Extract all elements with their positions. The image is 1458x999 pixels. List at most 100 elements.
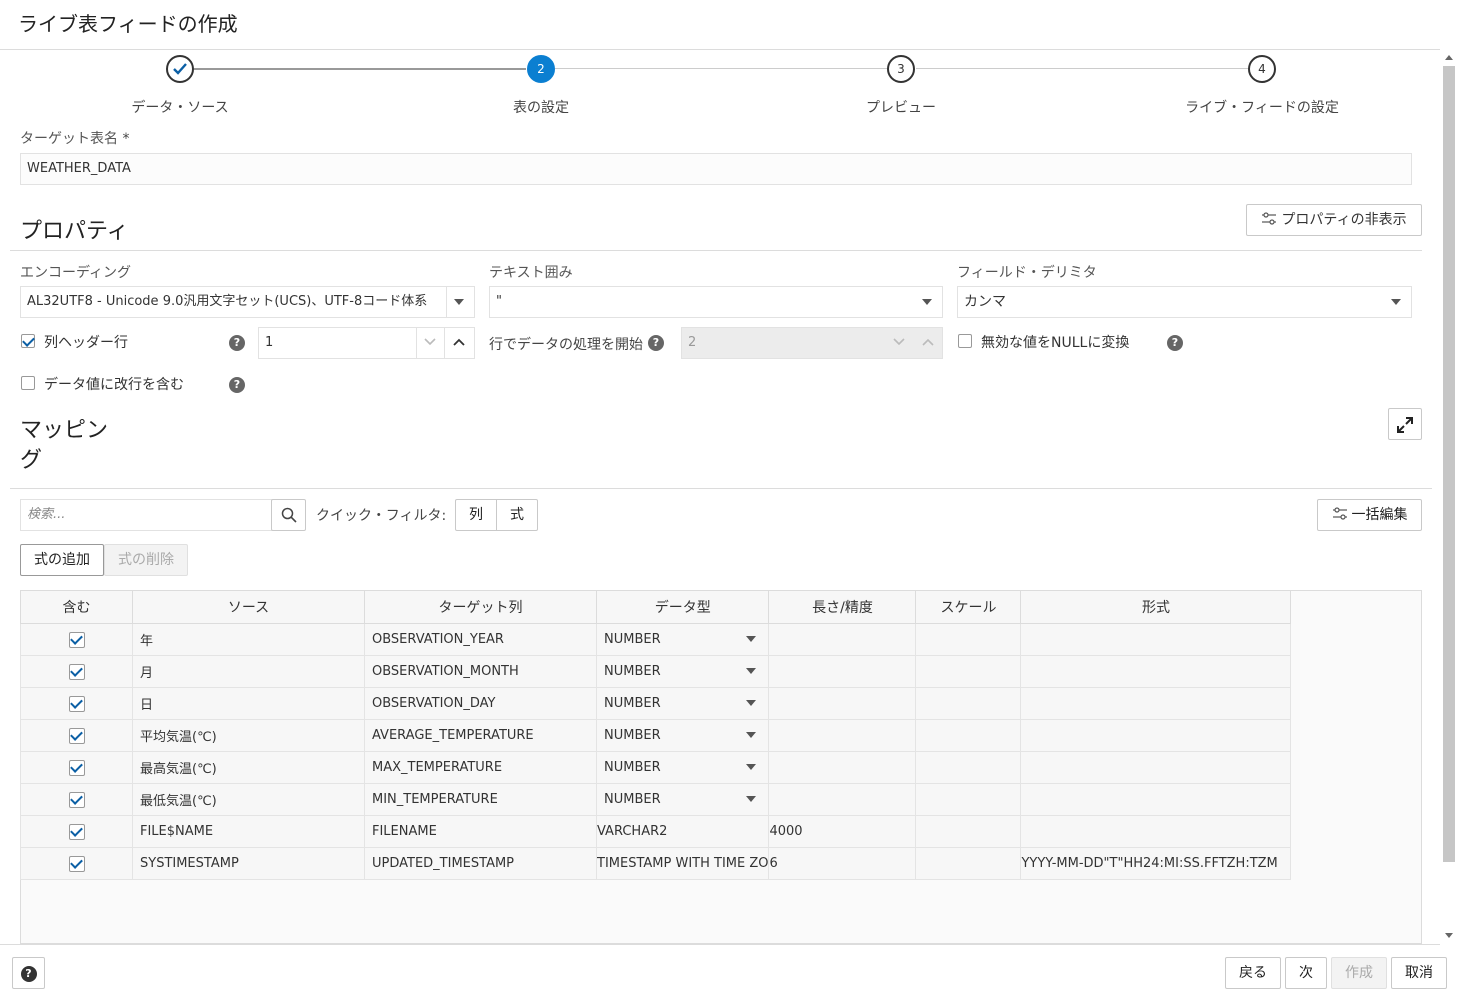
datatype-select[interactable]: NUMBER (595, 751, 770, 784)
scale-cell[interactable] (915, 751, 1022, 784)
table-row[interactable]: 月 OBSERVATION_MONTH NUMBER (20, 655, 1292, 688)
text-enclosure-select[interactable]: " (489, 286, 943, 318)
step-3-label[interactable]: プレビュー (781, 97, 1021, 117)
next-button[interactable]: 次 (1285, 957, 1327, 989)
invalid-to-null-checkbox[interactable] (958, 334, 972, 348)
cancel-button[interactable]: 取消 (1391, 957, 1447, 989)
delete-expression-button[interactable]: 式の削除 (104, 544, 188, 576)
step-2-circle[interactable]: 2 (527, 55, 555, 83)
target-cell[interactable]: OBSERVATION_DAY (364, 687, 597, 720)
column-header-include[interactable]: 含む (20, 590, 133, 624)
length-cell[interactable] (768, 687, 917, 720)
field-delimiter-select[interactable]: カンマ (957, 286, 1412, 318)
length-cell[interactable] (768, 751, 917, 784)
include-checkbox[interactable] (68, 727, 85, 744)
filter-expression-button[interactable]: 式 (496, 499, 538, 531)
column-header-row-checkbox[interactable] (21, 334, 35, 348)
datatype-select[interactable]: NUMBER (595, 719, 770, 752)
step-1-label[interactable]: データ・ソース (60, 97, 300, 117)
search-input[interactable]: 検索... (20, 499, 273, 531)
include-checkbox[interactable] (68, 855, 85, 872)
include-checkbox[interactable] (68, 823, 85, 840)
format-cell: YYYY-MM-DD"T"HH24:MI:SS.FFTZH:TZM (1020, 847, 1292, 880)
table-row[interactable]: 最高気温(℃) MAX_TEMPERATURE NUMBER (20, 751, 1292, 784)
table-row[interactable]: 年 OBSERVATION_YEAR NUMBER (20, 623, 1292, 656)
datatype-select[interactable]: NUMBER (595, 623, 770, 656)
scale-cell[interactable] (915, 623, 1022, 656)
invalid-to-null-help-icon[interactable]: ? (1167, 335, 1183, 351)
back-button[interactable]: 戻る (1225, 957, 1281, 989)
scale-cell[interactable] (915, 687, 1022, 720)
column-header-scale[interactable]: スケール (915, 590, 1022, 624)
format-cell[interactable] (1020, 751, 1292, 784)
step-2-label[interactable]: 表の設定 (421, 97, 661, 117)
include-checkbox[interactable] (68, 759, 85, 776)
newline-in-values-label[interactable]: データ値に改行を含む (44, 374, 184, 394)
newline-help-icon[interactable]: ? (229, 377, 245, 393)
scale-cell[interactable] (915, 783, 1022, 816)
datatype-select[interactable]: NUMBER (595, 783, 770, 816)
column-header-datatype[interactable]: データ型 (595, 590, 770, 624)
datatype-select[interactable]: NUMBER (595, 687, 770, 720)
table-row[interactable]: FILE$NAME FILENAME VARCHAR2 4000 (20, 815, 1292, 848)
format-cell[interactable] (1020, 655, 1292, 688)
search-button[interactable] (271, 499, 306, 531)
length-cell[interactable] (768, 719, 917, 752)
step-4-label[interactable]: ライブ・フィードの設定 (1142, 97, 1382, 117)
column-header-format[interactable]: 形式 (1020, 590, 1292, 624)
expand-button[interactable] (1388, 408, 1422, 440)
increment-chevron-up-icon[interactable] (453, 338, 465, 346)
create-button[interactable]: 作成 (1331, 957, 1387, 989)
start-row-help-icon[interactable]: ? (648, 335, 664, 351)
column-header-help-icon[interactable]: ? (229, 335, 245, 351)
include-checkbox[interactable] (68, 695, 85, 712)
include-checkbox[interactable] (68, 791, 85, 808)
step-3-circle[interactable]: 3 (887, 55, 915, 83)
format-cell[interactable] (1020, 623, 1292, 656)
include-checkbox[interactable] (68, 663, 85, 680)
format-cell[interactable] (1020, 719, 1292, 752)
column-header-source[interactable]: ソース (132, 590, 365, 624)
table-row[interactable]: 日 OBSERVATION_DAY NUMBER (20, 687, 1292, 720)
hide-properties-button[interactable]: プロパティの非表示 (1246, 204, 1422, 236)
target-cell[interactable]: OBSERVATION_YEAR (364, 623, 597, 656)
field-delimiter-label: フィールド・デリミタ (957, 265, 1097, 281)
target-cell[interactable]: AVERAGE_TEMPERATURE (364, 719, 597, 752)
length-cell[interactable] (768, 623, 917, 656)
invalid-to-null-label[interactable]: 無効な値をNULLに変換 (981, 332, 1129, 352)
target-cell[interactable]: MAX_TEMPERATURE (364, 751, 597, 784)
encoding-select[interactable]: AL32UTF8 - Unicode 9.0汎用文字セット(UCS)、UTF-8… (20, 286, 475, 318)
length-cell[interactable] (768, 783, 917, 816)
datatype-select[interactable]: NUMBER (595, 655, 770, 688)
target-cell[interactable]: OBSERVATION_MONTH (364, 655, 597, 688)
include-checkbox[interactable] (68, 631, 85, 648)
column-header-row-number[interactable]: 1 (258, 327, 475, 359)
scrollbar-thumb[interactable] (1443, 66, 1455, 862)
scale-cell[interactable] (915, 719, 1022, 752)
encoding-chevron-down-icon[interactable] (454, 299, 464, 305)
filter-column-button[interactable]: 列 (455, 499, 497, 531)
decrement-chevron-down-icon[interactable] (424, 338, 436, 346)
target-table-input[interactable]: WEATHER_DATA (20, 153, 1412, 185)
table-row[interactable]: 最低気温(℃) MIN_TEMPERATURE NUMBER (20, 783, 1292, 816)
newline-in-values-checkbox[interactable] (21, 376, 35, 390)
step-4-circle[interactable]: 4 (1248, 55, 1276, 83)
table-row[interactable]: SYSTIMESTAMP UPDATED_TIMESTAMP TIMESTAMP… (20, 847, 1292, 880)
format-cell[interactable] (1020, 687, 1292, 720)
length-cell[interactable] (768, 655, 917, 688)
start-row-increment-icon (922, 338, 934, 346)
scale-cell (915, 815, 1022, 848)
bulk-edit-button[interactable]: 一括編集 (1317, 499, 1422, 531)
add-expression-button[interactable]: 式の追加 (20, 544, 104, 576)
scale-cell[interactable] (915, 655, 1022, 688)
table-row[interactable]: 平均気温(℃) AVERAGE_TEMPERATURE NUMBER (20, 719, 1292, 752)
scroll-down-icon[interactable] (1445, 933, 1453, 938)
column-header-target[interactable]: ターゲット列 (364, 590, 597, 624)
scroll-up-icon[interactable] (1445, 55, 1453, 60)
format-cell[interactable] (1020, 783, 1292, 816)
step-1-done-icon[interactable] (166, 55, 194, 83)
column-header-row-label[interactable]: 列ヘッダー行 (44, 332, 128, 352)
column-header-length[interactable]: 長さ/精度 (768, 590, 917, 624)
help-button[interactable]: ? (12, 957, 45, 989)
target-cell[interactable]: MIN_TEMPERATURE (364, 783, 597, 816)
